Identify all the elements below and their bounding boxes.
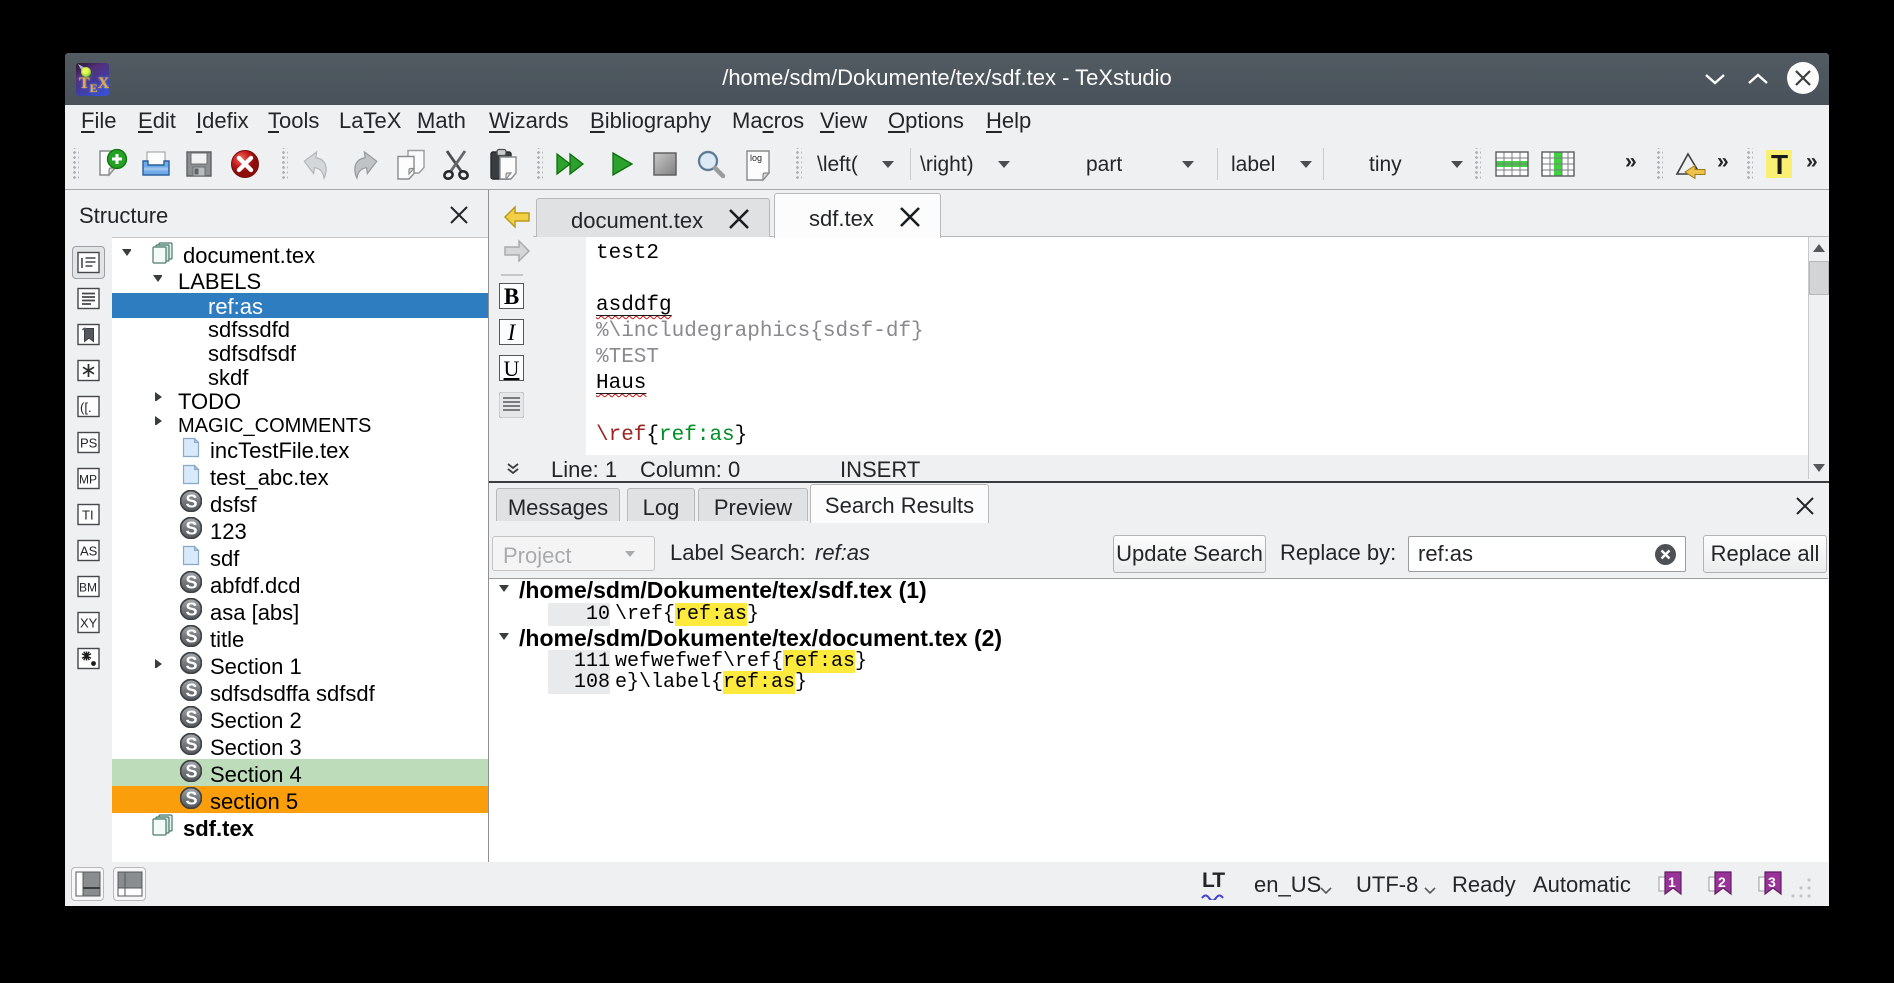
- svg-text:1: 1: [1668, 874, 1676, 890]
- svg-text:PS: PS: [80, 436, 98, 451]
- svg-text:log: log: [750, 153, 762, 163]
- svg-text:([.: ([.: [80, 400, 92, 415]
- svg-text:MP: MP: [79, 473, 97, 487]
- svg-text:TI: TI: [82, 508, 94, 523]
- svg-text:T: T: [1771, 149, 1788, 180]
- svg-text:XY: XY: [80, 616, 98, 631]
- svg-text:2: 2: [1718, 874, 1726, 890]
- svg-text:BM: BM: [79, 581, 97, 595]
- svg-text:3: 3: [1768, 874, 1776, 890]
- svg-text:AS: AS: [80, 544, 98, 559]
